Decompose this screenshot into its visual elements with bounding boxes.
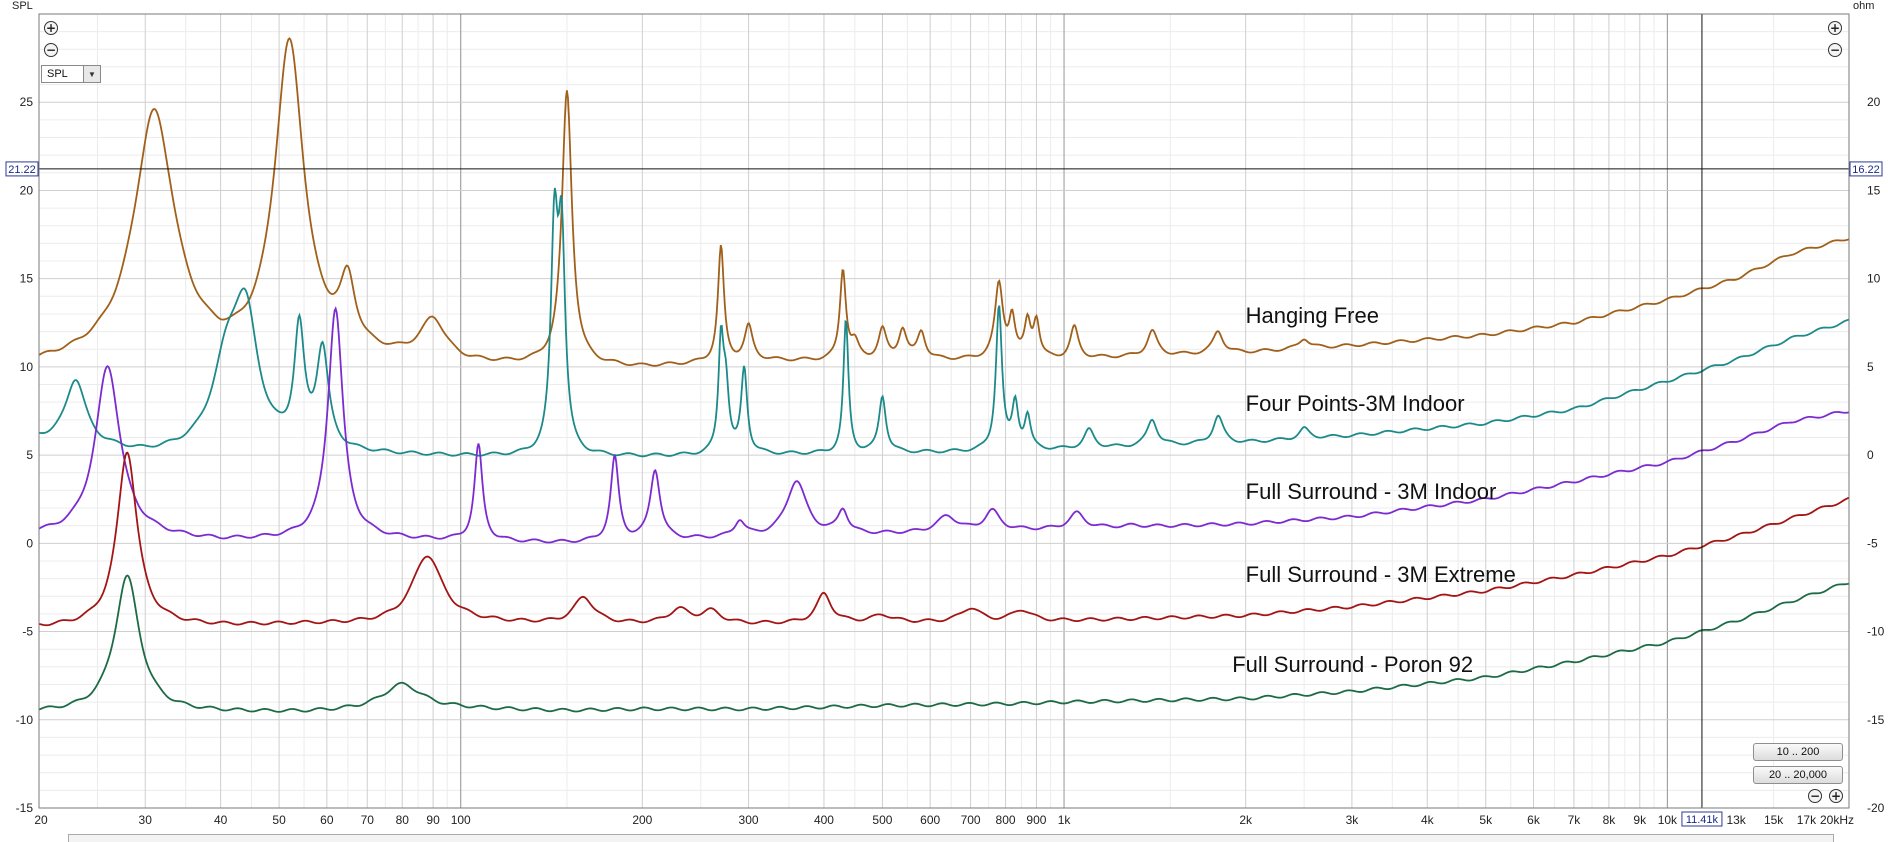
x-tick-label: 100: [451, 813, 471, 827]
series-label: Full Surround - Poron 92: [1232, 652, 1473, 677]
frequency-response-chart[interactable]: Hanging Free Four Points-3M Indoor Full Su…: [0, 0, 1888, 842]
x-tick-label: 500: [872, 813, 892, 827]
x-tick-label: 1k: [1058, 813, 1072, 827]
x-tick-label: 70: [361, 813, 375, 827]
y-tick-label: 15: [20, 272, 34, 286]
x-tick-label: 200: [632, 813, 652, 827]
range-button-10-200[interactable]: 10 .. 200: [1753, 743, 1843, 761]
series-label: Full Surround - 3M Extreme: [1246, 562, 1516, 587]
x-tick-label: 20: [34, 813, 48, 827]
cursor-left-readout: 21.22: [8, 164, 36, 176]
x-tick-label: 90: [426, 813, 440, 827]
y-tick-label: 5: [26, 448, 33, 462]
x-tick-label: 15k: [1764, 813, 1784, 827]
range-button-20-20000[interactable]: 20 .. 20,000: [1753, 766, 1843, 784]
x-tick-label: 7k: [1568, 813, 1582, 827]
x-tick-label: 5k: [1479, 813, 1493, 827]
x-tick-label: 20kHz: [1820, 813, 1854, 827]
y2-tick-label: 20: [1867, 95, 1881, 109]
x-tick-label: 13k: [1726, 813, 1746, 827]
x-tick-label: 3k: [1346, 813, 1360, 827]
x-tick-label: 900: [1026, 813, 1046, 827]
y2-tick-label: -20: [1867, 801, 1885, 815]
x-tick-label: 9k: [1633, 813, 1647, 827]
x-tick-label: 4k: [1421, 813, 1435, 827]
x-tick-label: 300: [739, 813, 759, 827]
x-tick-label: 80: [396, 813, 410, 827]
y-tick-label: -10: [16, 713, 34, 727]
zoom-in-x-icon[interactable]: +: [1829, 789, 1843, 803]
x-tick-label: 700: [961, 813, 981, 827]
x-tick-label: 8k: [1603, 813, 1617, 827]
y2-tick-label: 15: [1867, 183, 1881, 197]
plot-background: [39, 14, 1849, 808]
zoom-out-x-icon[interactable]: −: [1808, 789, 1822, 803]
series-label: Four Points-3M Indoor: [1246, 391, 1465, 416]
x-tick-label: 30: [139, 813, 153, 827]
x-tick-label: 600: [920, 813, 940, 827]
y-tick-label: -15: [16, 801, 34, 815]
x-tick-label: 50: [272, 813, 286, 827]
zoom-out-y-left-icon[interactable]: −: [44, 43, 58, 57]
series-label: Full Surround - 3M Indoor: [1246, 479, 1497, 504]
cursor-x-readout: 11.41k: [1686, 814, 1719, 826]
y-tick-label: -5: [22, 625, 33, 639]
x-tick-label: 400: [814, 813, 834, 827]
y-tick-label: 25: [20, 95, 34, 109]
y-tick-label: 20: [20, 183, 34, 197]
left-axis-unit: SPL: [12, 0, 33, 12]
x-tick-label: 2k: [1239, 813, 1253, 827]
zoom-in-y-left-icon[interactable]: +: [44, 21, 58, 35]
y2-tick-label: 5: [1867, 360, 1874, 374]
cursor-right-readout: 16.22: [1852, 164, 1880, 176]
chevron-down-icon[interactable]: ▼: [83, 66, 100, 82]
y-tick-label: 0: [26, 536, 33, 550]
horizontal-scrollbar[interactable]: [68, 834, 1834, 842]
x-tick-label: 10k: [1658, 813, 1678, 827]
y2-tick-label: 10: [1867, 272, 1881, 286]
y2-tick-label: -10: [1867, 625, 1885, 639]
x-tick-label: 800: [996, 813, 1016, 827]
x-tick-label: 60: [320, 813, 334, 827]
view-select-value: SPL: [47, 68, 68, 80]
y2-tick-label: -15: [1867, 713, 1885, 727]
right-axis-unit: ohm: [1853, 0, 1874, 12]
y-tick-label: 10: [20, 360, 34, 374]
zoom-in-y-right-icon[interactable]: +: [1828, 21, 1842, 35]
series-label: Hanging Free: [1246, 303, 1379, 328]
y2-tick-label: 0: [1867, 448, 1874, 462]
y2-tick-label: -5: [1867, 536, 1878, 550]
zoom-out-y-right-icon[interactable]: −: [1828, 43, 1842, 57]
x-tick-label: 6k: [1527, 813, 1541, 827]
view-select[interactable]: SPL ▼: [41, 65, 101, 83]
x-tick-label: 17k: [1797, 813, 1817, 827]
x-tick-label: 40: [214, 813, 228, 827]
